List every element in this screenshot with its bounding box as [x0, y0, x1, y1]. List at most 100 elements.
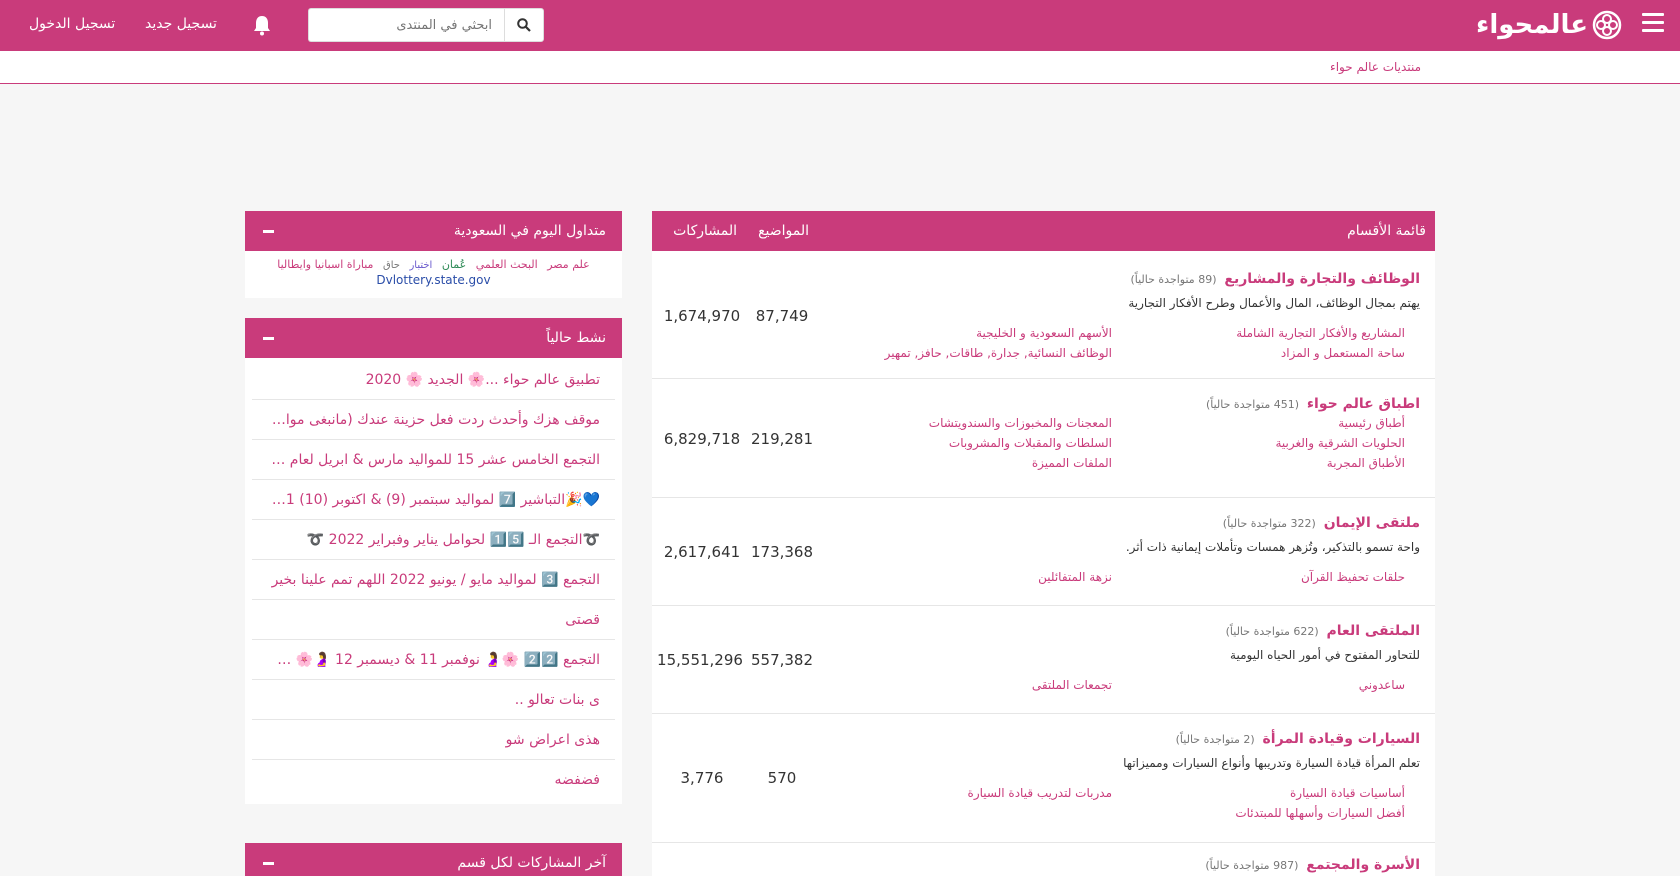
subforums-col-a: أساسيات قيادة السيارة أفضل السيارات وأسه… [1235, 783, 1405, 823]
subforum-link[interactable]: السلطات والمقبلات والمشروبات [929, 433, 1112, 453]
trending-tag[interactable]: عُمان [442, 258, 466, 271]
active-now-panel: نشط حالياً تطبيق عالم حواء ...🌸 الجديد 🌸… [245, 318, 622, 804]
search-bar [308, 8, 544, 42]
posts-count: 2,617,641 [663, 543, 741, 561]
forum-description: للتحاور المفتوح في أمور الحياه اليومية [1230, 648, 1420, 662]
forum-title[interactable]: اطباق عالم حواء (451 متواجدة حالياً) [1206, 396, 1420, 412]
trending-title: متداول اليوم في السعودية [453, 223, 606, 239]
forums-header-title: قائمة الأقسام [1347, 223, 1426, 239]
subforums-col-b: الأسهم السعودية و الخليجية الوظائف النسا… [885, 323, 1112, 363]
breadcrumb[interactable]: منتديات عالم حواء [1330, 60, 1421, 74]
forum-title[interactable]: الأسرة والمجتمع (987 متواجدة حالياً) [1205, 857, 1420, 873]
collapse-icon[interactable] [263, 230, 274, 233]
forum-description: تعلم المرأة قيادة السيارة وتدريبها وأنوا… [1123, 756, 1420, 770]
forum-row: اطباق عالم حواء (451 متواجدة حالياً) أطب… [652, 379, 1435, 498]
active-topic-link[interactable]: موقف هزك وأحدث ردت فعل حزينة عندك (مانبغ… [252, 400, 615, 440]
subforums-col-b: مدربات لتدريب قيادة السيارة [968, 783, 1112, 803]
active-topic-link[interactable]: 💙🎉التباشير 7️⃣ لمواليد سبتمبر (9) & اكتو… [252, 480, 615, 520]
top-navbar: عالمحواء تسجيل جديد تسجيل الدخول [0, 0, 1680, 51]
active-topic-link[interactable]: ➰التجمع الـ 1️⃣5️⃣ لحوامل يناير وفبراير … [252, 520, 615, 560]
active-topics-list: تطبيق عالم حواء ...🌸 الجديد 🌸 2020 موقف … [245, 358, 622, 802]
subforum-link[interactable]: مدربات لتدريب قيادة السيارة [968, 783, 1112, 803]
subforum-link[interactable]: حلقات تحفيظ القرآن [1301, 567, 1405, 587]
forum-row: الوظائف والتجارة والمشاريع (89 متواجدة ح… [652, 251, 1435, 379]
search-icon [517, 18, 531, 32]
forum-row: الأسرة والمجتمع (987 متواجدة حالياً) [652, 843, 1435, 876]
active-topic-link[interactable]: تطبيق عالم حواء ...🌸 الجديد 🌸 2020 [252, 360, 615, 400]
collapse-icon[interactable] [263, 862, 274, 865]
subforums-col-b: تجمعات الملتقى [1032, 675, 1112, 695]
subforum-link[interactable]: أساسيات قيادة السيارة [1235, 783, 1405, 803]
topics-column-header: المواضيع [758, 223, 809, 239]
subforums-col-a: ساعدوني [1359, 675, 1405, 695]
trending-tag[interactable]: اختبار [409, 260, 432, 271]
subforum-link[interactable]: تجمعات الملتقى [1032, 675, 1112, 695]
online-count: (2 متواجدة حالياً) [1175, 733, 1255, 746]
active-topic-link[interactable]: التجمع 2️⃣2️⃣ 🌸🤰 نوفمبر 11 & ديسمبر 12 🤰… [252, 640, 615, 680]
subforum-link[interactable]: الأطباق المجربة [1275, 453, 1405, 473]
topics-count: 570 [767, 769, 797, 787]
register-link[interactable]: تسجيل جديد [145, 16, 217, 32]
trending-link[interactable]: Dvlottery.state.gov [255, 273, 612, 288]
active-topic-link[interactable]: فضفضه [252, 760, 615, 800]
forum-title[interactable]: الوظائف والتجارة والمشاريع (89 متواجدة ح… [1130, 271, 1420, 287]
subforums-col-b: نزهة المتفائلين [1038, 567, 1112, 587]
subforum-link[interactable]: الأسهم السعودية و الخليجية [885, 323, 1112, 343]
online-count: (987 متواجدة حالياً) [1205, 859, 1299, 872]
trending-panel-header: متداول اليوم في السعودية [245, 211, 622, 251]
subforum-link[interactable]: أطباق رئيسية [1275, 413, 1405, 433]
login-link[interactable]: تسجيل الدخول [29, 16, 115, 32]
site-logo[interactable]: عالمحواء [1476, 10, 1622, 40]
subforum-link[interactable]: ساحة المستعمل و المزاد [1236, 343, 1405, 363]
subforums-col-a: المشاريع والأفكار التجارية الشاملة ساحة … [1236, 323, 1405, 363]
online-count: (622 متواجدة حالياً) [1225, 625, 1319, 638]
active-topic-link[interactable]: قصتى [252, 600, 615, 640]
posts-count: 6,829,718 [663, 430, 741, 448]
latest-title: آخر المشاركات لكل قسم [457, 855, 606, 871]
forums-header: قائمة الأقسام المواضيع المشاركات [652, 211, 1435, 251]
subforum-link[interactable]: المعجنات والمخبوزات والسندويتشات [929, 413, 1112, 433]
forum-title[interactable]: ملتقى الإيمان (322 متواجدة حالياً) [1223, 515, 1420, 531]
active-title: نشط حالياً [546, 330, 606, 346]
trending-tag[interactable]: مباراة اسبانيا وايطاليا [277, 258, 373, 271]
posts-column-header: المشاركات [673, 223, 737, 239]
trending-tag[interactable]: البحث العلمي [476, 258, 538, 271]
notifications-bell-icon[interactable] [251, 14, 273, 36]
search-button[interactable] [504, 8, 544, 42]
online-count: (451 متواجدة حالياً) [1205, 398, 1300, 411]
forum-description: يهتم بمجال الوظائف، المال والأعمال وطرح … [1128, 296, 1420, 310]
forum-title[interactable]: السيارات وقيادة المرأة (2 متواجدة حالياً… [1176, 731, 1420, 747]
subforums-col-b: المعجنات والمخبوزات والسندويتشات السلطات… [929, 413, 1112, 473]
flower-logo-icon [1592, 10, 1622, 40]
forum-row: السيارات وقيادة المرأة (2 متواجدة حالياً… [652, 714, 1435, 843]
breadcrumb-bar: منتديات عالم حواء [0, 51, 1680, 84]
subforum-link[interactable]: المشاريع والأفكار التجارية الشاملة [1236, 323, 1405, 343]
latest-posts-panel: آخر المشاركات لكل قسم [245, 843, 622, 876]
subforum-link[interactable]: الحلويات الشرقية والغربية [1275, 433, 1405, 453]
subforum-link[interactable]: الوظائف النسائية, جدارة, طاقات, حافز, تم… [885, 343, 1112, 363]
trending-tags: علم مصر البحث العلمي عُمان اختبار حاق مب… [245, 251, 622, 294]
forum-title[interactable]: الملتقى العام (622 متواجدة حالياً) [1226, 623, 1420, 639]
search-input[interactable] [308, 8, 504, 42]
forum-description: واحة تسمو بالتذكير، وتُزهر همسات وتأملات… [1125, 540, 1420, 554]
online-count: (89 متواجدة حالياً) [1130, 273, 1217, 286]
forum-row: ملتقى الإيمان (322 متواجدة حالياً) واحة … [652, 498, 1435, 606]
subforum-link[interactable]: الملفات المميزة [929, 453, 1112, 473]
latest-panel-header: آخر المشاركات لكل قسم [245, 843, 622, 876]
active-topic-link[interactable]: التجمع 3️⃣ لمواليد مايو / يونيو 2022 الل… [252, 560, 615, 600]
subforums-col-a: حلقات تحفيظ القرآن [1301, 567, 1405, 587]
subforum-link[interactable]: نزهة المتفائلين [1038, 567, 1112, 587]
topics-count: 173,368 [750, 543, 814, 561]
subforum-link[interactable]: أفضل السيارات وأسهلها للمبتدئات [1235, 803, 1405, 823]
subforum-link[interactable]: ساعدوني [1359, 675, 1405, 695]
menu-icon[interactable] [1642, 13, 1664, 33]
trending-tag[interactable]: علم مصر [547, 258, 590, 271]
collapse-icon[interactable] [263, 337, 274, 340]
trending-tag[interactable]: حاق [383, 260, 400, 271]
active-topic-link[interactable]: التجمع الخامس عشر 15 للمواليد مارس & ابر… [252, 440, 615, 480]
forums-list: قائمة الأقسام المواضيع المشاركات الوظائف… [652, 211, 1435, 876]
online-count: (322 متواجدة حالياً) [1222, 517, 1316, 530]
active-panel-header: نشط حالياً [245, 318, 622, 358]
active-topic-link[interactable]: هذى اعراض شو [252, 720, 615, 760]
active-topic-link[interactable]: ى بنات تعالو .. [252, 680, 615, 720]
